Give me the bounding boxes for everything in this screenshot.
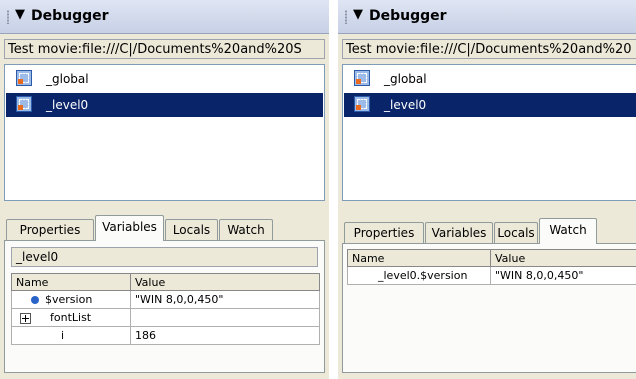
panel-titlebar[interactable]: ▼ Debugger	[0, 0, 329, 34]
movie-path-field: Test movie:file:///C|/Documents%20and%20…	[4, 39, 325, 59]
movieclip-icon	[16, 70, 32, 86]
scope-label: _level0	[11, 247, 318, 267]
tree-item-label: _level0	[384, 98, 427, 112]
watch-value[interactable]: "WIN 8,0,0,450"	[490, 266, 636, 285]
grip-icon[interactable]	[6, 10, 10, 24]
variable-name-cell: i	[11, 326, 131, 345]
tree-item-label: _global	[46, 72, 89, 86]
panel-title: Debugger	[31, 8, 109, 24]
panel-gap	[329, 0, 338, 379]
variables-table: Name Value $version "WIN 8,0,0,450" font…	[11, 273, 320, 345]
tab-properties[interactable]: Properties	[344, 222, 424, 244]
table-row[interactable]: $version "WIN 8,0,0,450"	[11, 290, 320, 309]
tree-item-level0[interactable]: _level0	[344, 93, 636, 117]
variable-name: i	[61, 329, 65, 342]
panel-title: Debugger	[369, 8, 447, 24]
column-header-name[interactable]: Name	[11, 273, 131, 291]
movieclip-icon	[354, 70, 370, 86]
variable-name-cell: $version	[11, 290, 131, 309]
tab-locals[interactable]: Locals	[165, 219, 218, 241]
tab-locals[interactable]: Locals	[494, 222, 538, 244]
variables-pane: _level0 Name Value $version "WIN 8,0,0,4…	[4, 240, 325, 373]
column-header-name[interactable]: Name	[347, 249, 491, 267]
tab-properties[interactable]: Properties	[6, 219, 94, 241]
tab-bar: Properties Variables Locals Watch	[4, 213, 329, 241]
movie-path-field: Test movie:file:///C|/Documents%20and%20	[342, 39, 636, 59]
variable-name: fontList	[50, 311, 92, 324]
display-list: _global _level0	[4, 64, 325, 201]
display-list: _global _level0	[342, 64, 636, 201]
debugger-panel-right: ▼ Debugger Test movie:file:///C|/Documen…	[338, 0, 636, 379]
tab-variables[interactable]: Variables	[425, 222, 493, 244]
variable-name: $version	[45, 293, 93, 306]
column-header-value[interactable]: Value	[130, 273, 320, 291]
tab-watch[interactable]: Watch	[539, 218, 597, 244]
table-row[interactable]: _level0.$version "WIN 8,0,0,450"	[347, 266, 636, 285]
table-row[interactable]: i 186	[11, 326, 320, 345]
tree-item-label: _level0	[46, 98, 89, 112]
tab-bar: Properties Variables Locals Watch	[342, 216, 636, 244]
column-header-value[interactable]: Value	[490, 249, 636, 267]
variable-bullet-icon	[31, 296, 39, 304]
variable-value[interactable]: "WIN 8,0,0,450"	[130, 290, 320, 309]
debugger-panel-left: ▼ Debugger Test movie:file:///C|/Documen…	[0, 0, 329, 379]
tree-item-global[interactable]: _global	[6, 67, 323, 91]
grip-icon[interactable]	[344, 10, 348, 24]
movieclip-icon	[16, 96, 32, 112]
movieclip-icon	[354, 96, 370, 112]
collapse-arrow-icon[interactable]: ▼	[353, 7, 363, 22]
panel-titlebar[interactable]: ▼ Debugger	[338, 0, 636, 34]
table-row[interactable]: fontList	[11, 308, 320, 327]
watch-name: _level0.$version	[347, 266, 491, 285]
tab-variables[interactable]: Variables	[95, 215, 164, 241]
tab-watch[interactable]: Watch	[219, 219, 273, 241]
watch-pane: Name Value _level0.$version "WIN 8,0,0,4…	[342, 243, 636, 373]
variable-value[interactable]	[130, 308, 320, 327]
tree-item-level0[interactable]: _level0	[6, 93, 323, 117]
variable-name-cell: fontList	[11, 308, 131, 327]
variable-value[interactable]: 186	[130, 326, 320, 345]
tree-item-global[interactable]: _global	[344, 67, 636, 91]
expand-plus-icon[interactable]	[20, 312, 31, 324]
watch-table: Name Value _level0.$version "WIN 8,0,0,4…	[347, 249, 636, 285]
tree-item-label: _global	[384, 72, 427, 86]
collapse-arrow-icon[interactable]: ▼	[15, 7, 25, 22]
